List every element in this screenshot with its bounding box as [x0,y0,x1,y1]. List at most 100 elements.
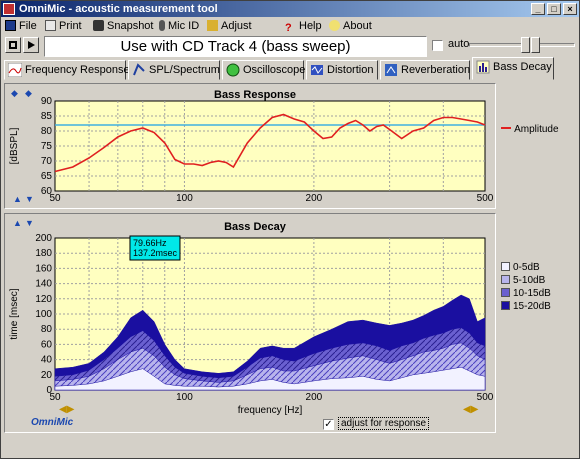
spl-spectrum-icon [133,63,145,76]
play-icon [28,41,35,49]
menu-file[interactable]: File [5,18,37,34]
decay-legend-swatch [501,262,510,271]
play-button[interactable] [23,37,39,53]
decay-legend-swatch [501,288,510,297]
toolbar: Use with CD Track 4 (bass sweep) auto [1,35,579,57]
decay-ylabel: time [msec] [9,288,20,339]
decay-ytick-label: 40 [41,355,53,366]
decay-ytick-label: 80 [41,324,53,335]
tab-oscilloscope[interactable]: Oscilloscope [222,60,305,80]
decay-legend-label: 5-10dB [513,275,546,286]
decay-legend-item: 10-15dB [501,287,577,300]
distortion-icon [311,65,323,75]
response-ytick-label: 75 [41,141,53,152]
auto-label: auto [448,38,470,50]
decay-xtick-label: 500 [477,392,494,403]
menu-bar: File Print Snapshot Mic ID Adjust ? Help … [1,17,579,35]
reverberation-icon [385,64,397,76]
bass-decay-icon [476,60,490,74]
decay-legend-label: 10-15dB [513,288,551,299]
decay-legend: 0-5dB 5-10dB 10-15dB 15-20dB [501,261,577,313]
title-bar: OmniMic - acoustic measurement tool _ □ … [1,1,579,17]
adjust-response-label: adjust for response [338,417,430,430]
menu-snapshot[interactable]: Snapshot [93,18,153,34]
menu-about[interactable]: About [329,18,372,34]
decay-xtick-label: 50 [49,392,61,403]
tab-spl-spectrum[interactable]: SPL/Spectrum [128,60,220,80]
adjust-icon [207,20,218,31]
tab-frequency-response[interactable]: Frequency Response [4,60,130,80]
tab-strip: Frequency Response SPL/Spectrum Oscillos… [1,57,579,81]
decay-legend-label: 0-5dB [513,262,540,273]
response-ytick-label: 70 [41,156,53,167]
response-xtick-label: 200 [306,193,323,204]
decay-ytick-label: 20 [41,370,53,381]
response-ylabel: [dBSPL] [9,127,20,164]
cursor-time-readout: 137.2msec [133,248,178,258]
decay-ytick-label: 60 [41,339,53,350]
mic-icon [159,20,165,31]
app-icon [3,3,15,15]
decay-legend-item: 0-5dB [501,261,577,274]
decay-legend-swatch [501,301,510,310]
decay-ytick-label: 140 [35,279,52,290]
decay-xlabel: frequency [Hz] [238,405,303,416]
adjust-response-checkbox[interactable]: ✓ [323,419,334,430]
response-ytick-label: 80 [41,126,53,137]
decay-legend-item: 15-20dB [501,300,577,313]
brand-label: OmniMic [31,417,74,428]
amplitude-legend-label: Amplitude [514,124,559,135]
decay-legend-item: 5-10dB [501,274,577,287]
stop-button[interactable] [5,37,21,53]
decay-xtick-label: 200 [306,392,323,403]
minimize-button[interactable]: _ [531,3,545,15]
decay-ytick-label: 200 [35,233,52,244]
response-ytick-label: 90 [41,96,53,107]
menu-adjust[interactable]: Adjust [207,18,252,34]
about-icon [329,20,340,31]
level-slider-track[interactable] [469,43,527,47]
tab-distortion[interactable]: Distortion [306,60,378,80]
response-xtick-label: 500 [477,193,494,204]
scroll-left-icon[interactable]: ◀▶ [59,404,74,415]
gain-slider-thumb[interactable] [531,37,540,53]
print-icon [45,20,56,31]
tab-bass-decay[interactable]: Bass Decay [472,57,554,80]
decay-ytick-label: 100 [35,309,52,320]
response-ytick-label: 65 [41,171,53,182]
menu-help[interactable]: ? Help [285,18,322,34]
decay-ytick-label: 120 [35,294,52,305]
auto-checkbox[interactable] [432,40,443,51]
decay-ytick-label: 180 [35,248,52,259]
response-xtick-label: 50 [49,193,61,204]
menu-mic-id[interactable]: Mic ID [159,18,199,34]
bass-decay-panel: ▲ ▼ Bass Decay 79.66Hz 137.2msec 200 180 160… [4,213,496,433]
response-ytick-label: 85 [41,111,53,122]
decay-ytick-label: 160 [35,263,52,274]
frequency-response-icon [8,63,22,77]
tab-reverberation[interactable]: Reverberation [380,60,470,80]
decay-legend-label: 15-20dB [513,301,551,312]
window-title: OmniMic - acoustic measurement tool [19,3,218,15]
close-button[interactable]: × [563,3,577,15]
menu-print[interactable]: Print [45,18,82,34]
decay-legend-swatch [501,275,510,284]
save-icon [5,20,16,31]
help-icon: ? [285,22,292,34]
maximize-button[interactable]: □ [547,3,561,15]
cursor-frequency-readout: 79.66Hz [133,238,167,248]
decay-xtick-label: 100 [176,392,193,403]
bass-decay-chart: 79.66Hz137.2msec 200 180 160 140 120 100 80 60 40… [9,233,494,416]
camera-icon [93,20,104,31]
track-instruction: Use with CD Track 4 (bass sweep) [44,36,427,57]
scroll-right-icon[interactable]: ◀▶ [463,404,478,415]
level-slider-thumb[interactable] [521,37,530,53]
oscilloscope-icon [226,63,240,77]
main-window: OmniMic - acoustic measurement tool _ □ … [0,0,580,459]
response-legend: Amplitude [501,123,579,135]
amplitude-legend-swatch [501,127,511,129]
response-xtick-label: 100 [176,193,193,204]
bass-response-panel: ◆ ◆ Bass Response ▲ ▼ 90 85 80 75 70 65 60 50 10… [4,83,496,209]
stop-icon [9,41,17,49]
bass-response-chart: 9085807570656050 100 200 500[dBSPL] [9,96,494,204]
